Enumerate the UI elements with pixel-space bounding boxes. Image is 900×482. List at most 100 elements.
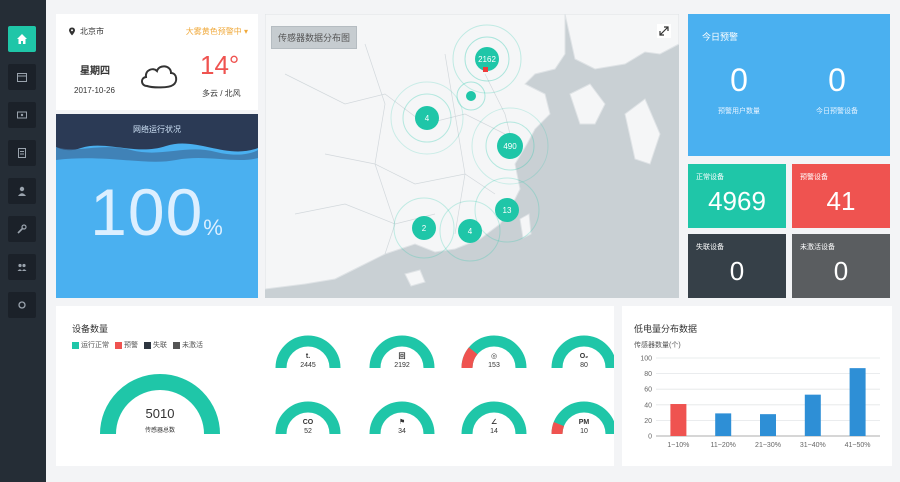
warning-devices-label: 预警设备 (800, 174, 828, 181)
fullscreen-icon[interactable] (657, 24, 671, 38)
warning-devices-value: 41 (826, 186, 856, 216)
inactive-devices-label: 未激活设备 (800, 244, 835, 251)
gauge-symbol: O₂ (580, 353, 589, 360)
gauge-value: 10 (580, 428, 588, 435)
x-tick-label: 1~10% (667, 442, 689, 449)
network-title: 网络运行状况 (133, 125, 181, 134)
inactive-devices-card[interactable]: 未激活设备 0 (792, 234, 890, 298)
total-sensors-value: 5010 (146, 406, 175, 421)
gauge-symbol: t. (306, 353, 310, 360)
bar[interactable] (804, 394, 821, 436)
warning-devices-value: 0 (828, 62, 846, 98)
calendar-icon (17, 73, 27, 82)
low-power-panel: 低电量分布数据 传感器数量(个) 0 20 40 60 80 100 1~10% 11~20%… (622, 306, 892, 466)
lost-devices-card[interactable]: 失联设备 0 (688, 234, 786, 298)
cloud-icon (141, 65, 178, 89)
weather-alert[interactable]: 大雾黄色预警中 ▾ (186, 26, 248, 37)
x-tick-label: 11~20% (711, 442, 736, 449)
map-canvas[interactable]: 2162 4 490 2 4 13 (265, 14, 679, 298)
normal-devices-label: 正常设备 (696, 174, 724, 181)
gauge-symbol: ◎ (491, 353, 497, 360)
home-icon (17, 34, 27, 44)
gauge-arc-warning (551, 422, 565, 435)
map-title: 传感器数据分布图 (271, 26, 358, 49)
gauge-symbol: 回 (399, 351, 406, 360)
gauge-value: 2445 (300, 362, 316, 369)
gauge-value: 34 (398, 428, 406, 435)
sidebar-item-document[interactable] (8, 140, 36, 166)
sidebar (0, 0, 46, 482)
network-percent: 100% (56, 174, 258, 250)
gauge-symbol: ⚑ (399, 418, 405, 426)
gauges-svg: t. 2445 回 2192 ◎ 153 O₂ 80 CO 52 ⚑ 34 ∠ 14 PM 10 5010 传… (100, 335, 614, 435)
today-warning-title: 今日预警 (702, 32, 739, 42)
sidebar-item-device[interactable] (8, 102, 36, 128)
gauge-value: 2192 (394, 362, 410, 369)
gauge-value: 153 (488, 362, 500, 369)
sensor-gauge[interactable]: t. 2445 (275, 335, 341, 369)
inactive-devices-value: 0 (833, 256, 849, 286)
warning-users-label: 预警用户数量 (718, 108, 760, 115)
network-percent-unit: % (203, 215, 224, 240)
weather-condition: 多云 / 北风 (202, 89, 241, 98)
sensor-gauge[interactable]: ∠ 14 (461, 401, 527, 435)
cluster-5-label: 2 (422, 224, 427, 233)
today-warning-card: 今日预警 0 预警用户数量 0 今日预警设备 (688, 14, 890, 156)
user-icon (18, 186, 26, 196)
cluster-1-label: 2162 (478, 55, 496, 64)
y-tick-label: 40 (644, 402, 652, 409)
dashboard-main: 北京市 大雾黄色预警中 ▾ 星期四 2017-10-26 14° 多云 / 北风… (46, 0, 900, 482)
warning-devices-label: 今日预警设备 (816, 108, 858, 115)
location-pin-icon (69, 27, 75, 36)
sensor-gauge[interactable]: ⚑ 34 (369, 401, 435, 435)
normal-devices-value: 4969 (708, 186, 766, 216)
cluster-4-label: 490 (503, 142, 517, 151)
sidebar-item-settings[interactable] (8, 292, 36, 318)
group-icon (17, 263, 27, 271)
gauge-symbol: ∠ (491, 418, 497, 426)
sensor-gauge[interactable]: 回 2192 (369, 335, 435, 369)
network-status-card: 网络运行状况 100% (56, 114, 258, 298)
gauge-symbol: CO (303, 419, 314, 426)
sidebar-item-calendar[interactable] (8, 64, 36, 90)
city-selector[interactable]: 北京市 (68, 26, 104, 37)
normal-devices-card[interactable]: 正常设备 4969 (688, 164, 786, 228)
y-tick-label: 80 (644, 371, 652, 378)
bar[interactable] (715, 413, 732, 436)
sensor-map[interactable]: 2162 4 490 2 4 13 传感器数据分布图 (265, 14, 679, 298)
document-icon (18, 148, 26, 158)
sidebar-item-group[interactable] (8, 254, 36, 280)
sidebar-item-tools[interactable] (8, 216, 36, 242)
y-tick-label: 60 (644, 387, 652, 394)
sidebar-item-home[interactable] (8, 26, 36, 52)
bar[interactable] (760, 414, 776, 436)
y-tick-label: 0 (648, 434, 652, 441)
weekday: 星期四 (80, 66, 110, 77)
gauge-value: 52 (304, 428, 312, 435)
y-tick-label: 100 (640, 356, 652, 363)
warning-users-value: 0 (730, 62, 748, 98)
sensor-gauge[interactable]: ◎ 153 (461, 335, 527, 369)
bar[interactable] (670, 404, 687, 436)
cluster-7-label: 13 (503, 206, 512, 215)
x-tick-label: 31~40% (800, 442, 826, 449)
gauge-arc-warning (461, 347, 478, 369)
lost-devices-label: 失联设备 (696, 244, 724, 251)
gauge-value: 14 (490, 428, 498, 435)
city-name: 北京市 (80, 27, 104, 36)
sensor-gauge[interactable]: O₂ 80 (551, 335, 614, 369)
total-sensors-label: 传感器总数 (145, 426, 175, 434)
date: 2017-10-26 (74, 86, 115, 95)
gauge-symbol: PM (579, 419, 590, 426)
warning-devices-card[interactable]: 预警设备 41 (792, 164, 890, 228)
device-count-panel: 设备数量 运行正常 预警 失联 未激活 t. 2445 回 2192 ◎ 153 O₂ 80 C… (56, 306, 614, 466)
sensor-gauge[interactable]: CO 52 (275, 401, 341, 435)
cluster-3-label: 4 (425, 114, 430, 123)
sidebar-item-user[interactable] (8, 178, 36, 204)
gauge-value: 80 (580, 362, 588, 369)
bar[interactable] (849, 368, 866, 436)
circle-icon (18, 301, 26, 309)
alert-marker[interactable] (483, 67, 488, 72)
sensor-gauge[interactable]: PM 10 (551, 401, 614, 435)
wave-header (56, 114, 258, 174)
